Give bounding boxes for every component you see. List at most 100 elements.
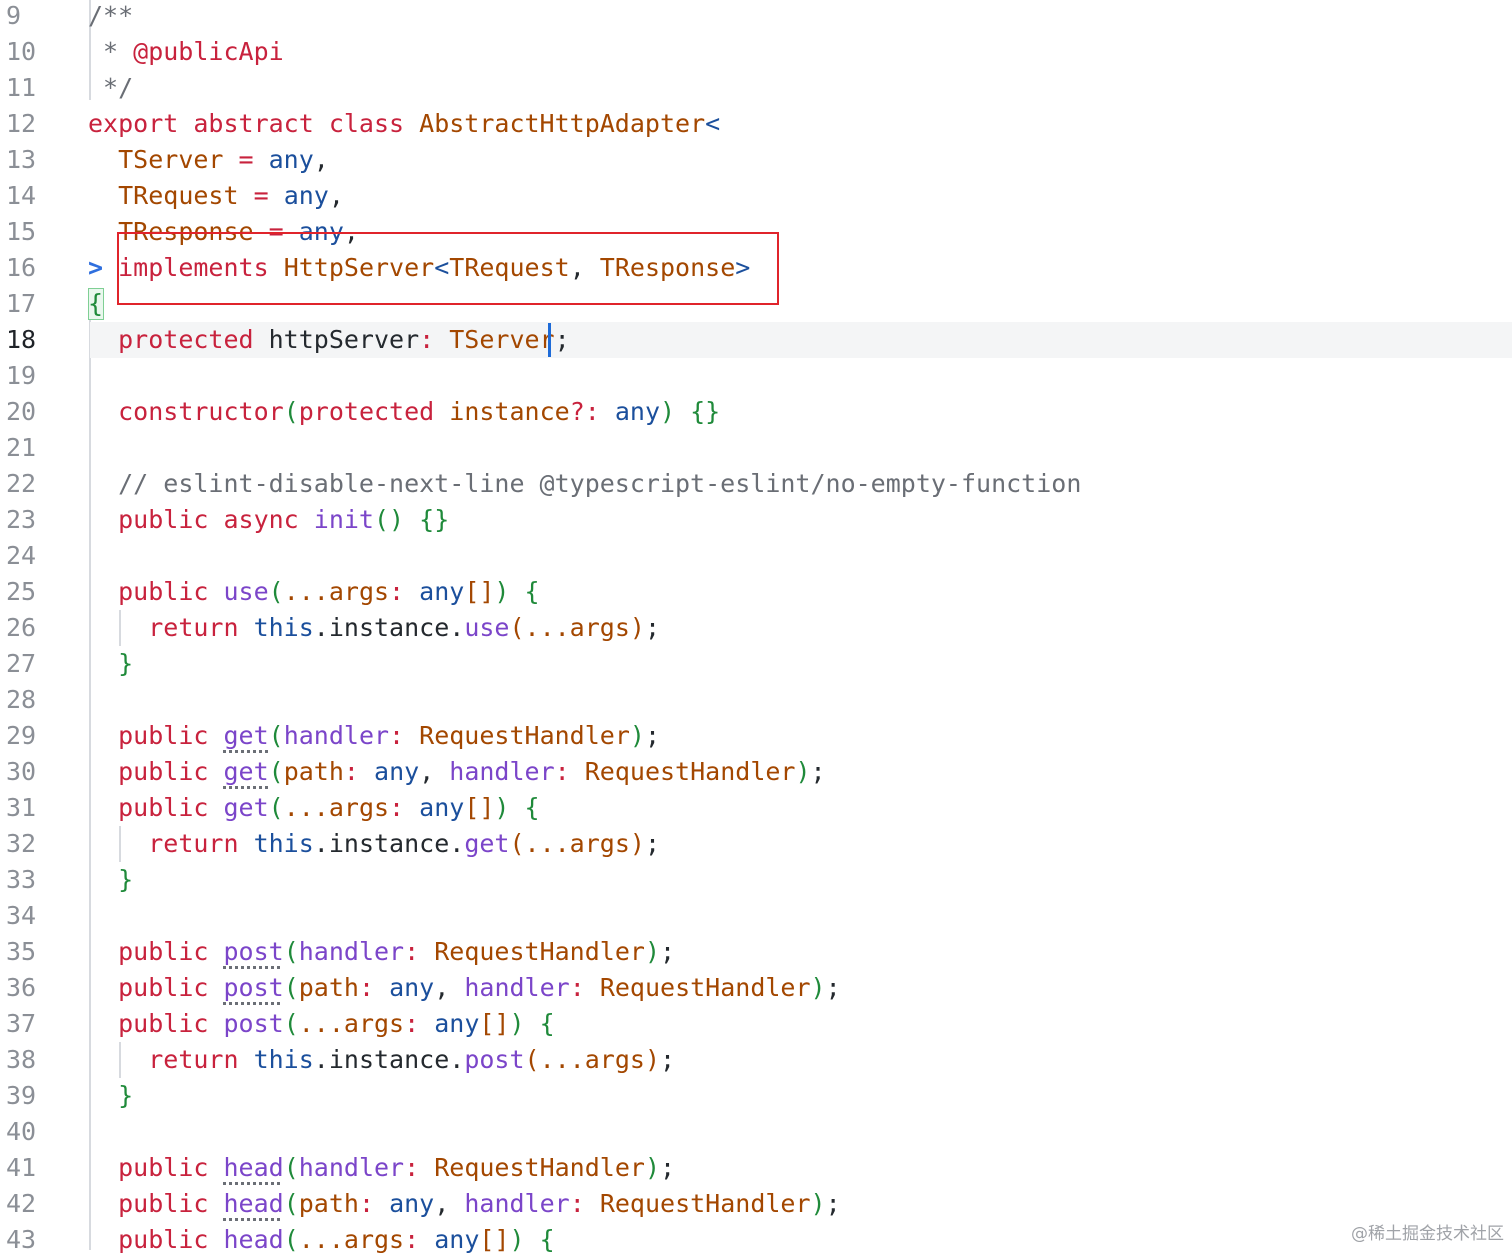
code-line[interactable]: 27 } [0, 646, 1512, 682]
code-line[interactable]: 19 [0, 358, 1512, 394]
code-line[interactable]: 42 public head(path: any, handler: Reque… [0, 1186, 1512, 1222]
code-token: ( [268, 757, 284, 786]
code-token: ( [283, 937, 299, 966]
code-line[interactable]: 37 public post(...args: any[]) { [0, 1006, 1512, 1042]
code-line[interactable]: 39 } [0, 1078, 1512, 1114]
code-token: public [118, 937, 224, 966]
code-text: } [88, 862, 133, 898]
code-line[interactable]: 31 public get(...args: any[]) { [0, 790, 1512, 826]
code-line[interactable]: 34 [0, 898, 1512, 934]
code-token: ( [283, 1189, 299, 1218]
code-token: post [223, 1009, 284, 1038]
code-text: public async init() {} [88, 502, 449, 538]
code-line[interactable]: 18 protected httpServer: TServer; [6, 322, 1512, 358]
code-line[interactable]: 32 return this.instance.get(...args); [0, 826, 1512, 862]
code-token: } [118, 865, 134, 894]
code-token: protected [298, 397, 450, 426]
code-line[interactable]: 10 * @publicApi [0, 34, 1512, 70]
code-editor[interactable]: 9/** 10 * @publicApi 11 */12 export abstrac… [0, 0, 1512, 1254]
code-token: TRequest [449, 253, 570, 282]
code-token: ( [268, 721, 284, 750]
code-line[interactable]: 11 */ [0, 70, 1512, 106]
code-token: } [118, 1081, 134, 1110]
code-token: ( [283, 1153, 299, 1182]
text-cursor [548, 323, 551, 357]
code-token: { [88, 289, 104, 318]
code-line[interactable]: 24 [0, 538, 1512, 574]
line-number: 10 [6, 37, 37, 66]
code-line[interactable]: 23 public async init() {} [0, 502, 1512, 538]
code-line[interactable]: 15 TResponse = any, [0, 214, 1512, 250]
code-token: = [223, 145, 269, 174]
code-token: instance [449, 397, 570, 426]
code-token: : [404, 1009, 435, 1038]
code-token: : [389, 577, 420, 606]
code-token: ) [629, 721, 645, 750]
line-number: 41 [6, 1153, 37, 1182]
code-line[interactable]: 40 [0, 1114, 1512, 1150]
code-token: = [253, 217, 299, 246]
code-token: ( [283, 397, 299, 426]
code-token: * [88, 37, 134, 66]
code-token: > [735, 253, 751, 282]
code-line[interactable]: 33 } [0, 862, 1512, 898]
code-text: // eslint-disable-next-line @typescript-… [88, 466, 1081, 502]
code-token: ; [554, 325, 570, 354]
line-number: 38 [6, 1045, 37, 1074]
code-token: this [253, 1045, 314, 1074]
code-line[interactable]: 35 public post(handler: RequestHandler); [0, 934, 1512, 970]
code-line[interactable]: 41 public head(handler: RequestHandler); [0, 1150, 1512, 1186]
code-text: * @publicApi [88, 34, 284, 70]
code-line[interactable]: 36 public post(path: any, handler: Reque… [0, 970, 1512, 1006]
code-token: return [148, 613, 254, 642]
code-token: ( [283, 973, 299, 1002]
code-line[interactable]: 43 public head(...args: any[]) { [0, 1222, 1512, 1258]
code-token: ...args [283, 577, 390, 606]
line-number: 37 [6, 1009, 37, 1038]
code-line[interactable]: 25 public use(...args: any[]) { [0, 574, 1512, 610]
code-line[interactable]: 12 export abstract class AbstractHttpAdap… [0, 106, 1512, 142]
code-token: init [313, 505, 374, 534]
code-line[interactable]: 22 // eslint-disable-next-line @typescri… [0, 466, 1512, 502]
code-token: (...args) [524, 1045, 660, 1074]
code-line[interactable]: 21 [0, 430, 1512, 466]
code-line[interactable]: 17 { [0, 286, 1512, 322]
fold-chevron-icon[interactable]: > [88, 250, 103, 286]
line-number: 24 [6, 541, 37, 570]
code-token: this [253, 829, 314, 858]
code-token: : [404, 937, 435, 966]
code-token: path [283, 757, 344, 786]
code-line[interactable]: 16 implements HttpServer<TRequest, TResp… [0, 250, 1512, 286]
code-text: public get(handler: RequestHandler); [88, 718, 660, 754]
line-number: 12 [6, 109, 37, 138]
code-line[interactable]: 26 return this.instance.use(...args); [0, 610, 1512, 646]
code-line[interactable]: 38 return this.instance.post(...args); [0, 1042, 1512, 1078]
code-token: RequestHandler [599, 973, 811, 1002]
code-token: } [118, 649, 134, 678]
code-token: ; [825, 973, 841, 1002]
code-line[interactable]: 9 /** [0, 0, 1512, 34]
code-token: ; [644, 613, 660, 642]
code-text: } [88, 646, 133, 682]
code-token: handler [298, 937, 405, 966]
code-line[interactable]: 30 public get(path: any, handler: Reques… [0, 754, 1512, 790]
code-line[interactable]: 28 [0, 682, 1512, 718]
code-text: public get(...args: any[]) { [88, 790, 539, 826]
code-text: public get(path: any, handler: RequestHa… [88, 754, 825, 790]
code-line[interactable]: 14 TRequest = any, [0, 178, 1512, 214]
line-number: 36 [6, 973, 37, 1002]
code-line[interactable]: 29 public get(handler: RequestHandler); [0, 718, 1512, 754]
code-token: implements [118, 253, 284, 282]
code-line[interactable]: 13 TServer = any, [0, 142, 1512, 178]
line-number: 9 [6, 1, 22, 30]
code-line[interactable]: 20 constructor(protected instance?: any)… [0, 394, 1512, 430]
code-token: [] [479, 1009, 510, 1038]
code-token: handler [283, 721, 390, 750]
code-text: export abstract class AbstractHttpAdapte… [88, 106, 720, 142]
